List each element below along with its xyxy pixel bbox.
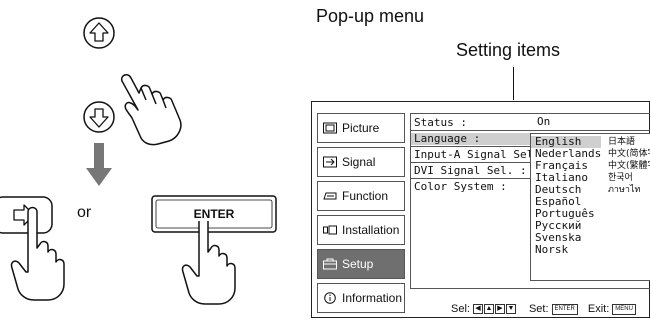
setting-color-system[interactable]: Color System : — [411, 181, 535, 193]
setting-language[interactable]: Language : — [411, 133, 535, 145]
or-label: or — [77, 204, 92, 221]
setting-input-a-signal[interactable]: Input-A Signal Sel. — [411, 149, 540, 161]
language-popup: English Nederlands Français Italiano Deu… — [530, 133, 650, 281]
sidebar-item-installation[interactable]: Installation — [317, 215, 405, 245]
setting-status[interactable]: Status : — [411, 117, 535, 129]
enter-key-label: ENTER — [183, 207, 245, 221]
flow-arrow-icon — [86, 143, 112, 186]
language-option[interactable]: 日本語 — [608, 136, 635, 148]
sidebar-item-label: Signal — [342, 155, 376, 169]
sidebar-item-label: Picture — [342, 121, 380, 135]
set-label: Set: — [528, 303, 549, 315]
language-option[interactable]: 한국어 — [608, 172, 633, 184]
menu-key-icon: MENU — [612, 303, 636, 315]
function-icon — [323, 192, 337, 200]
installation-icon — [323, 225, 337, 235]
sidebar-item-information[interactable]: Information — [317, 283, 405, 313]
language-option[interactable]: 中文(简体字 — [608, 148, 650, 160]
sidebar-item-label: Installation — [342, 223, 400, 237]
status-value: On — [537, 115, 551, 128]
leader-line — [513, 67, 514, 100]
sidebar-item-function[interactable]: Function — [317, 181, 405, 211]
down-arrow-button[interactable] — [83, 101, 115, 133]
sidebar-item-label: Function — [342, 189, 389, 203]
setting-items-annotation: Setting items — [456, 40, 561, 60]
sidebar-item-picture[interactable]: Picture — [317, 113, 405, 143]
sidebar-item-setup[interactable]: Setup — [317, 249, 405, 279]
language-option[interactable]: 中文(繁體字 — [608, 160, 650, 172]
sidebar-item-signal[interactable]: Signal — [317, 147, 405, 177]
left-arrow-icon: ◀ — [472, 304, 483, 315]
up-arrow-button[interactable] — [83, 17, 115, 49]
exit-label: Exit: — [587, 303, 610, 315]
divider — [411, 130, 650, 131]
up-arrow-icon: ▲ — [483, 304, 494, 315]
footer-hint: Sel: ◀ ▲ ▶ ▼ Set: ENTER Exit: MENU — [451, 303, 640, 315]
remote-illustration — [0, 17, 277, 305]
right-arrow-button[interactable] — [0, 196, 53, 234]
setting-dvi-signal[interactable]: DVI Signal Sel. : — [411, 165, 535, 177]
down-arrow-icon: ▼ — [505, 304, 516, 315]
setup-icon — [323, 258, 337, 270]
hand-icon — [120, 73, 182, 146]
picture-icon — [323, 122, 337, 134]
language-option[interactable]: ภาษาไท — [608, 184, 640, 196]
sidebar-item-label: Setup — [342, 257, 374, 271]
nav-arrows-icon: ◀ ▲ ▶ ▼ — [472, 303, 517, 315]
right-arrow-icon: ▶ — [494, 304, 505, 315]
enter-key-icon: ENTER — [551, 303, 578, 315]
information-icon — [324, 292, 336, 304]
signal-icon — [323, 156, 337, 168]
sidebar-item-label: Information — [342, 291, 403, 305]
language-option[interactable]: Norsk — [535, 244, 568, 256]
sel-label: Sel: — [451, 303, 470, 315]
popup-menu-annotation: Pop-up menu — [316, 6, 425, 26]
